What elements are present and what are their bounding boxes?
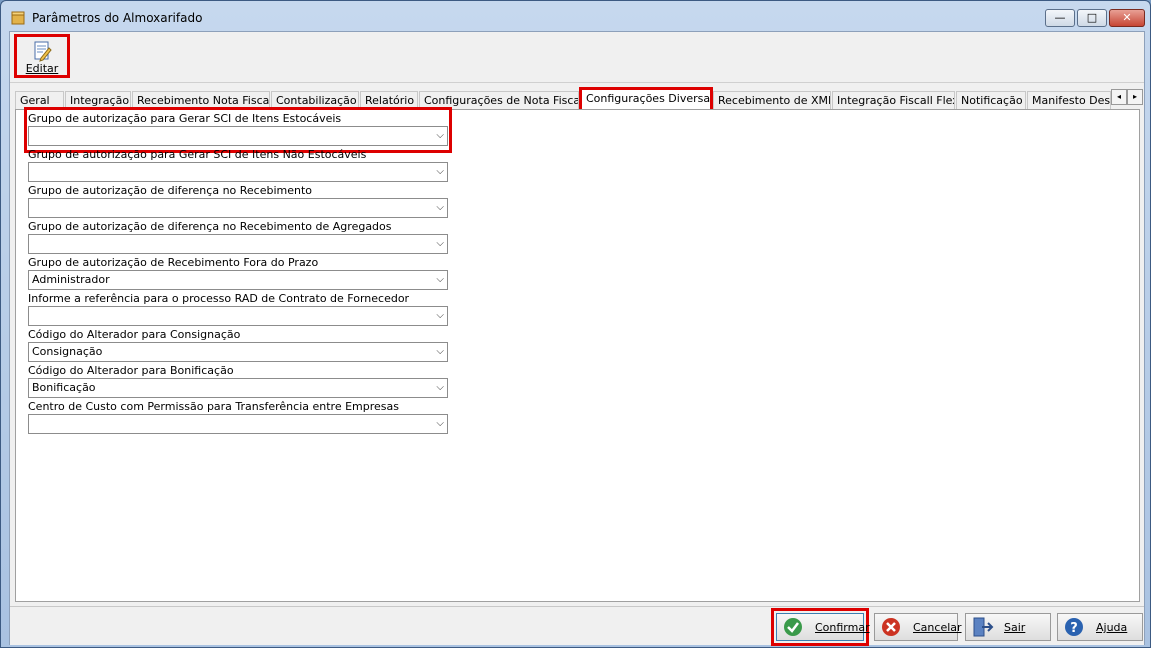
confirm-button[interactable]: Confirmar: [771, 608, 870, 646]
combo-diferenca-recebimento[interactable]: ⌵: [28, 198, 448, 218]
close-button[interactable]: ✕: [1109, 9, 1145, 27]
field-label-sci-nao-estocaveis: Grupo de autorização para Gerar SCI de I…: [28, 148, 367, 161]
button-bar: Confirmar Cancelar Sair ? Ajuda: [10, 606, 1144, 646]
cancel-button-label: Cancelar: [913, 621, 962, 634]
tab-scroll-right-button[interactable]: ▸: [1127, 89, 1143, 105]
chevron-down-icon[interactable]: ⌵: [436, 127, 444, 145]
combo-value: Administrador: [32, 273, 110, 286]
tab-scroll-left-button[interactable]: ◂: [1111, 89, 1127, 105]
edit-button[interactable]: Editar: [14, 34, 70, 78]
tab-strip: Geral Integração Recebimento Nota Fiscal…: [13, 87, 1143, 109]
combo-sci-nao-estocaveis[interactable]: ⌵: [28, 162, 448, 182]
chevron-down-icon[interactable]: ⌵: [436, 235, 444, 253]
tab-configuracoes-diversas[interactable]: Configurações Diversas: [579, 87, 713, 109]
chevron-down-icon[interactable]: ⌵: [436, 199, 444, 217]
help-button[interactable]: ? Ajuda: [1057, 613, 1143, 641]
chevron-down-icon[interactable]: ⌵: [436, 379, 444, 397]
combo-diferenca-agregados[interactable]: ⌵: [28, 234, 448, 254]
title-bar[interactable]: Parâmetros do Almoxarifado — □ ✕: [1, 1, 1150, 31]
field-label-sci-estocaveis: Grupo de autorização para Gerar SCI de I…: [28, 112, 342, 125]
combo-rad-contrato[interactable]: ⌵: [28, 306, 448, 326]
help-button-label: Ajuda: [1096, 621, 1128, 634]
field-label-rad-contrato: Informe a referência para o processo RAD…: [28, 292, 410, 305]
chevron-down-icon[interactable]: ⌵: [436, 307, 444, 325]
exit-button[interactable]: Sair: [965, 613, 1051, 641]
chevron-down-icon[interactable]: ⌵: [436, 271, 444, 289]
window-title: Parâmetros do Almoxarifado: [32, 11, 203, 25]
combo-value: Consignação: [32, 345, 103, 358]
svg-text:?: ?: [1070, 621, 1078, 636]
edit-document-icon: [34, 41, 52, 62]
maximize-button[interactable]: □: [1077, 9, 1107, 27]
tab-notificacao[interactable]: Notificação: [956, 91, 1026, 109]
confirm-button-label: Confirmar: [815, 621, 870, 634]
cancel-circle-icon: [882, 618, 900, 636]
exit-button-label: Sair: [1004, 621, 1026, 634]
tab-integracao-fiscall-flex[interactable]: Integração Fiscall Flex: [832, 91, 955, 109]
check-circle-icon: [784, 618, 802, 636]
app-window: Parâmetros do Almoxarifado — □ ✕ Editar …: [0, 0, 1151, 648]
help-circle-icon: ?: [1065, 618, 1083, 636]
chevron-down-icon[interactable]: ⌵: [436, 163, 444, 181]
box-app-icon: [11, 11, 25, 25]
tab-manifesto-dest[interactable]: Manifesto Dest: [1027, 91, 1111, 109]
combo-fora-do-prazo[interactable]: Administrador ⌵: [28, 270, 448, 290]
field-label-alterador-bonificacao: Código do Alterador para Bonificação: [28, 364, 234, 377]
chevron-down-icon[interactable]: ⌵: [436, 415, 444, 433]
minimize-button[interactable]: —: [1045, 9, 1075, 27]
field-label-fora-do-prazo: Grupo de autorização de Recebimento Fora…: [28, 256, 319, 269]
chevron-down-icon[interactable]: ⌵: [436, 343, 444, 361]
tab-recebimento-xml[interactable]: Recebimento de XML: [713, 91, 831, 109]
field-label-alterador-consignacao: Código do Alterador para Consignação: [28, 328, 241, 341]
client-area: Editar Geral Integração Recebimento Nota…: [9, 31, 1145, 646]
edit-button-label: Editar: [25, 62, 59, 75]
field-label-diferenca-recebimento: Grupo de autorização de diferença no Rec…: [28, 184, 313, 197]
combo-centro-custo[interactable]: ⌵: [28, 414, 448, 434]
combo-sci-estocaveis[interactable]: ⌵: [28, 126, 448, 146]
combo-alterador-bonificacao[interactable]: Bonificação ⌵: [28, 378, 448, 398]
cancel-button[interactable]: Cancelar: [874, 613, 962, 641]
toolbar: Editar: [10, 32, 1144, 83]
tab-panel-configuracoes-diversas: Grupo de autorização para Gerar SCI de I…: [15, 107, 1140, 602]
combo-value: Bonificação: [32, 381, 96, 394]
combo-alterador-consignacao[interactable]: Consignação ⌵: [28, 342, 448, 362]
field-label-centro-custo: Centro de Custo com Permissão para Trans…: [28, 400, 399, 413]
field-label-diferenca-agregados: Grupo de autorização de diferença no Rec…: [28, 220, 392, 233]
exit-door-icon: [973, 617, 994, 637]
